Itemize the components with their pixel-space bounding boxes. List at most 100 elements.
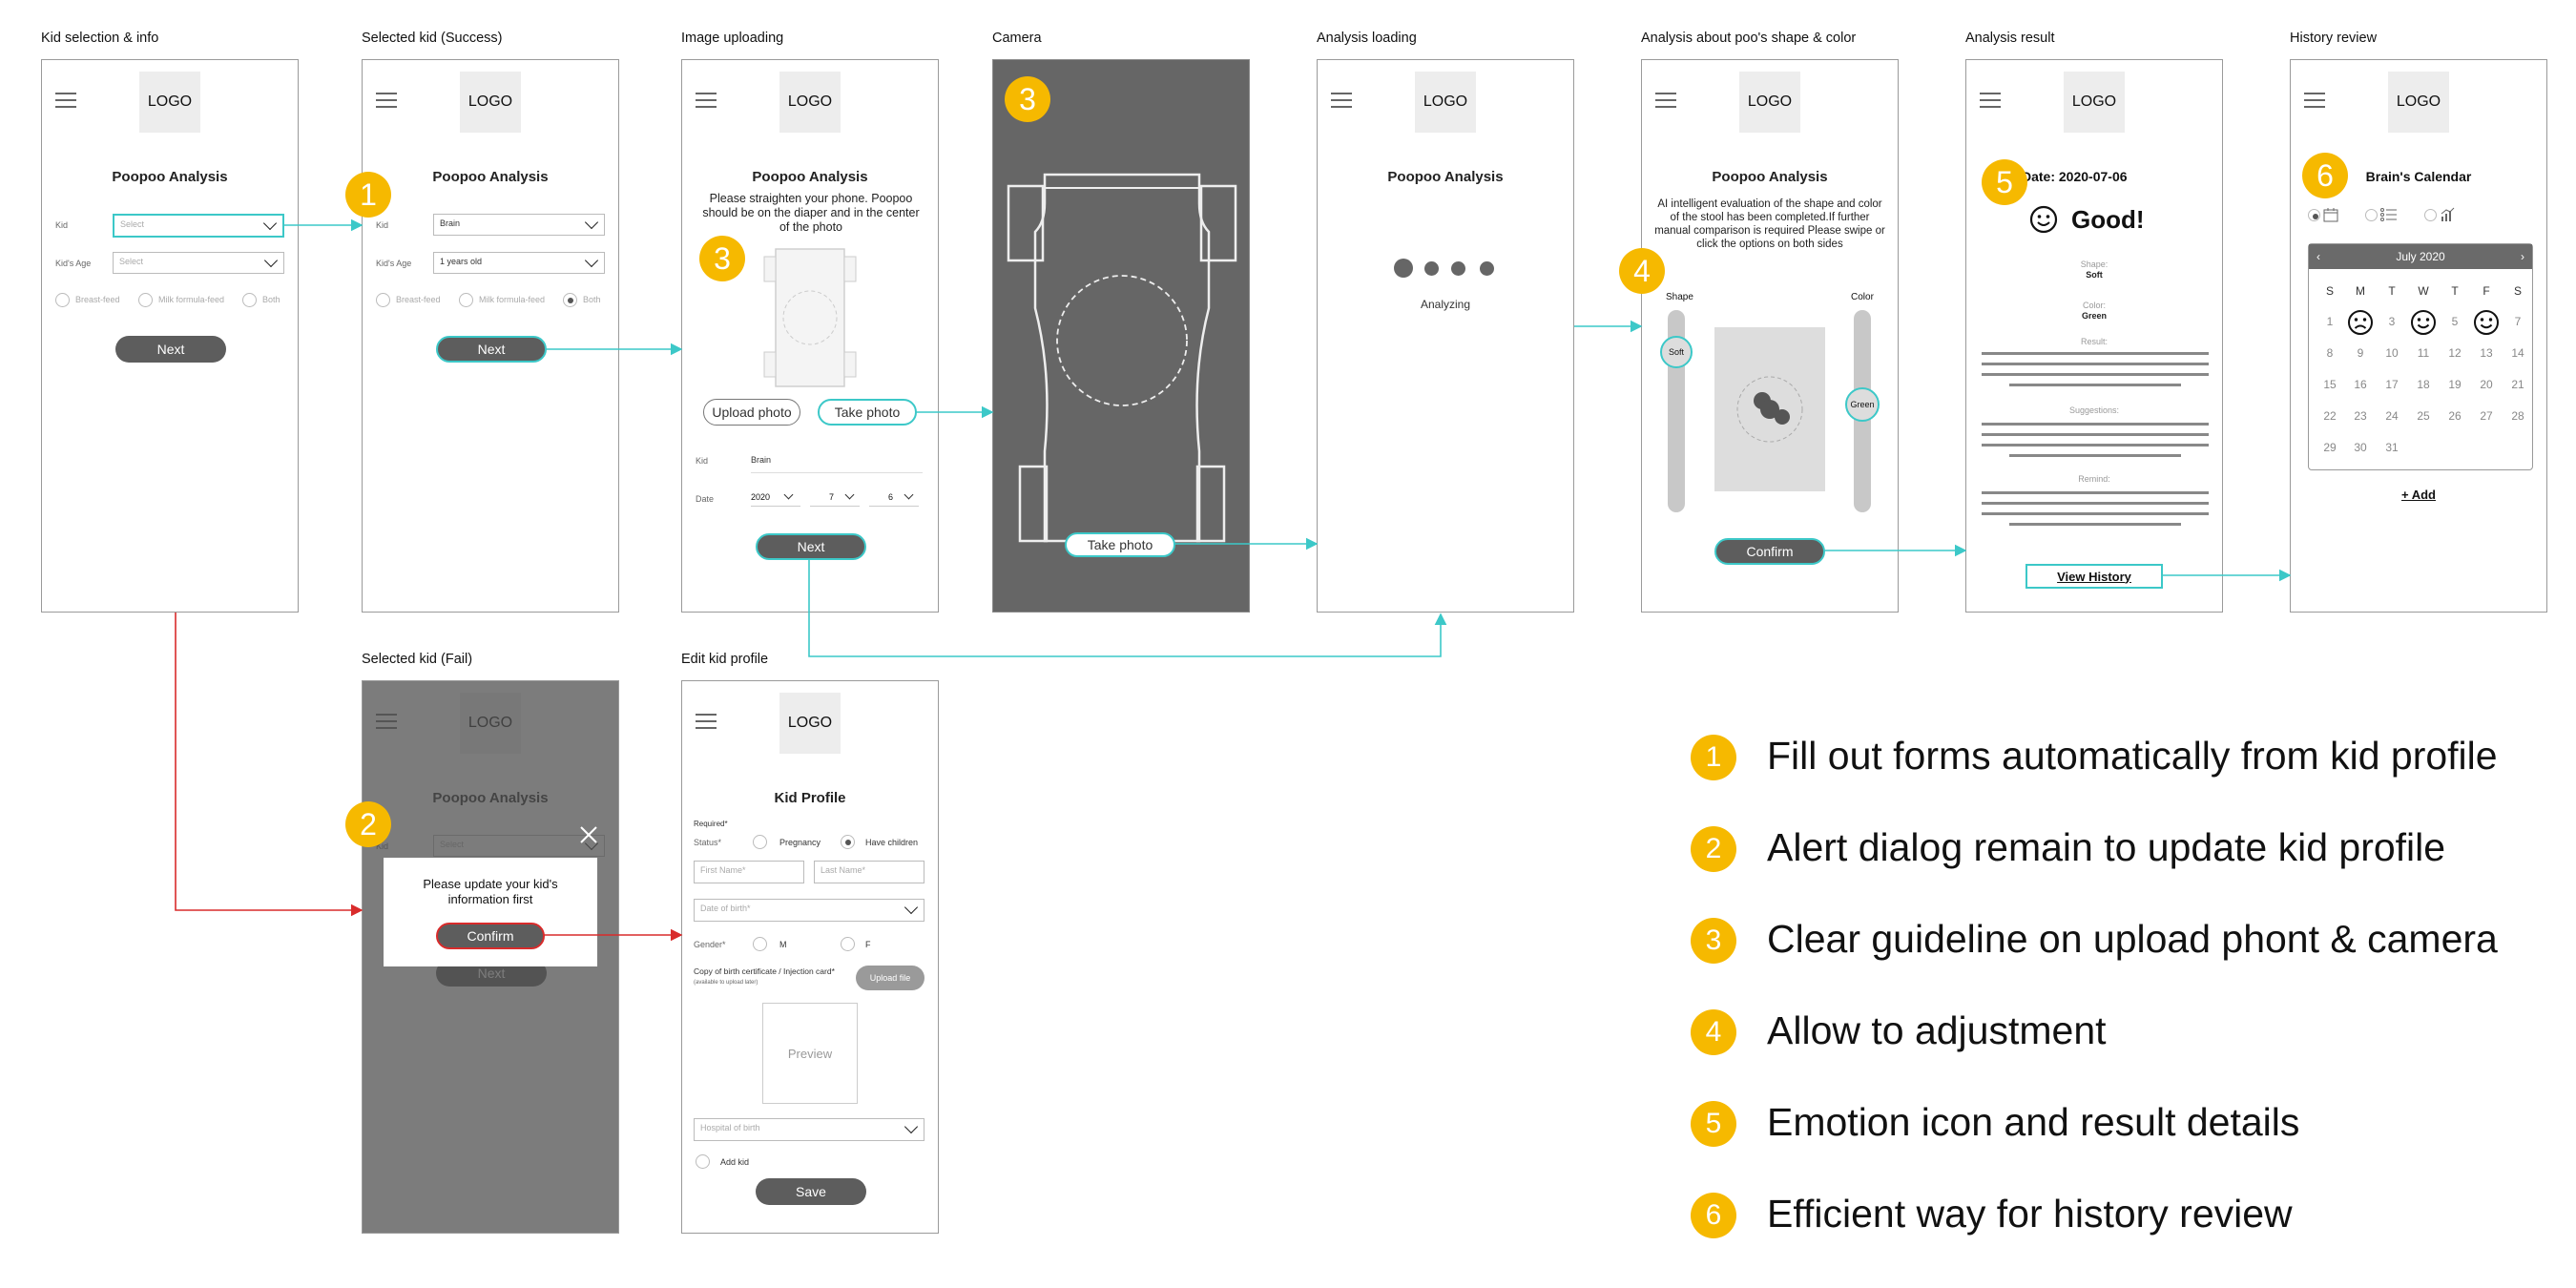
menu-icon[interactable] xyxy=(696,93,717,108)
next-month-icon[interactable]: › xyxy=(2521,250,2524,263)
chart-view-radio[interactable] xyxy=(2424,209,2437,221)
add-kid-radio[interactable] xyxy=(696,1154,710,1169)
calendar-day[interactable]: 20 xyxy=(2471,378,2502,391)
legend-text-5: Emotion icon and result details xyxy=(1767,1100,2300,1144)
calendar-day[interactable]: 27 xyxy=(2471,409,2502,423)
menu-icon[interactable] xyxy=(1980,93,2001,108)
calendar-day[interactable]: 26 xyxy=(2440,409,2470,423)
confirm-button[interactable]: Confirm xyxy=(1714,538,1825,565)
milk-formula-radio[interactable] xyxy=(459,293,473,307)
last-name-input[interactable]: Last Name* xyxy=(814,861,924,883)
take-photo-button[interactable]: Take photo xyxy=(1065,532,1175,557)
next-button[interactable]: Next xyxy=(115,336,226,363)
upload-photo-button[interactable]: Upload photo xyxy=(703,399,800,426)
calendar-day[interactable]: 17 xyxy=(2377,378,2407,391)
calendar-day[interactable]: 10 xyxy=(2377,346,2407,360)
menu-icon[interactable] xyxy=(696,714,717,729)
calendar-day[interactable]: 24 xyxy=(2377,409,2407,423)
year-select[interactable]: 2020 xyxy=(751,489,800,507)
calendar-day[interactable]: 3 xyxy=(2377,315,2407,328)
logo: LOGO xyxy=(2064,72,2125,133)
calendar-day[interactable]: 29 xyxy=(2315,441,2345,454)
gender-label: Gender* xyxy=(694,940,726,949)
close-icon[interactable] xyxy=(579,825,598,844)
calendar-view-radio[interactable] xyxy=(2308,209,2320,221)
hospital-select[interactable]: Hospital of birth xyxy=(694,1118,924,1141)
last-name-placeholder: Last Name* xyxy=(821,865,866,875)
dob-select[interactable]: Date of birth* xyxy=(694,899,924,922)
save-button[interactable]: Save xyxy=(756,1178,866,1205)
pregnancy-radio[interactable] xyxy=(753,835,767,849)
color-slider-thumb[interactable]: Green xyxy=(1845,387,1880,422)
badge-2: 2 xyxy=(345,801,391,847)
have-children-radio[interactable] xyxy=(841,835,855,849)
shape-label: Shape: xyxy=(2080,260,2109,269)
menu-icon[interactable] xyxy=(1655,93,1676,108)
section-title-analysis-shape-color: Analysis about poo's shape & color xyxy=(1641,31,1857,46)
happy-face-icon[interactable] xyxy=(2410,309,2437,336)
male-radio[interactable] xyxy=(753,937,767,951)
color-label: Color: xyxy=(2082,301,2106,310)
menu-icon[interactable] xyxy=(2304,93,2325,108)
birth-cert-text: Copy of birth certificate / Injection ca… xyxy=(694,966,835,976)
calendar-day[interactable]: 1 xyxy=(2315,315,2345,328)
calendar-day[interactable]: 21 xyxy=(2503,378,2533,391)
calendar-day[interactable]: 30 xyxy=(2345,441,2376,454)
next-button[interactable]: Next xyxy=(436,336,547,363)
kid-label: Kid xyxy=(696,456,709,466)
result-good-text: Good! xyxy=(2071,205,2145,234)
breast-feed-radio[interactable] xyxy=(376,293,390,307)
kid-select[interactable]: Select xyxy=(113,214,284,238)
calendar-day[interactable]: 14 xyxy=(2503,346,2533,360)
kids-age-placeholder: Select xyxy=(119,257,144,266)
month-select[interactable]: 7 xyxy=(810,489,860,507)
kid-select[interactable]: Brain xyxy=(433,214,605,236)
menu-icon[interactable] xyxy=(55,93,76,108)
female-radio[interactable] xyxy=(841,937,855,951)
menu-icon[interactable] xyxy=(1331,93,1352,108)
calendar-day[interactable]: 19 xyxy=(2440,378,2470,391)
calendar-day[interactable]: 12 xyxy=(2440,346,2470,360)
calendar-day[interactable]: 13 xyxy=(2471,346,2502,360)
happy-face-icon[interactable] xyxy=(2473,309,2500,336)
section-title-history-review: History review xyxy=(2290,31,2378,46)
breast-feed-radio[interactable] xyxy=(55,293,70,307)
shape-slider-thumb[interactable]: Soft xyxy=(1660,336,1693,368)
result-label: Result: xyxy=(2080,337,2108,346)
menu-icon[interactable] xyxy=(376,93,397,108)
confirm-button[interactable]: Confirm xyxy=(436,923,545,949)
calendar-day[interactable]: 22 xyxy=(2315,409,2345,423)
next-button[interactable]: Next xyxy=(756,533,866,560)
calendar-header: July 2020 xyxy=(2309,244,2532,269)
kids-age-select[interactable]: Select xyxy=(113,252,284,274)
section-title-analysis-loading: Analysis loading xyxy=(1317,31,1417,46)
calendar-day[interactable]: 11 xyxy=(2408,346,2439,360)
milk-formula-radio[interactable] xyxy=(138,293,153,307)
view-history-link[interactable]: View History xyxy=(2025,564,2163,589)
calendar-day[interactable]: 28 xyxy=(2503,409,2533,423)
page-title: Poopoo Analysis xyxy=(1712,169,1828,185)
prev-month-icon[interactable]: ‹ xyxy=(2316,250,2320,263)
calendar-day[interactable]: 31 xyxy=(2377,441,2407,454)
calendar-day[interactable]: 16 xyxy=(2345,378,2376,391)
screen-edit-kid-profile: LOGO Kid Profile Required* Status* Pregn… xyxy=(681,680,939,1234)
both-radio[interactable] xyxy=(242,293,257,307)
calendar-day[interactable]: 23 xyxy=(2345,409,2376,423)
sad-face-icon[interactable] xyxy=(2347,309,2374,336)
calendar-day[interactable]: 7 xyxy=(2503,315,2533,328)
calendar-day[interactable]: 5 xyxy=(2440,315,2470,328)
upload-file-button[interactable]: Upload file xyxy=(856,966,924,990)
calendar-day[interactable]: 15 xyxy=(2315,378,2345,391)
kids-age-select[interactable]: 1 years old xyxy=(433,252,605,274)
both-radio-selected[interactable] xyxy=(563,293,577,307)
day-select[interactable]: 6 xyxy=(869,489,919,507)
add-link[interactable]: + Add xyxy=(2291,488,2546,502)
list-view-radio[interactable] xyxy=(2365,209,2378,221)
calendar-day[interactable]: 9 xyxy=(2345,346,2376,360)
calendar-day[interactable]: 18 xyxy=(2408,378,2439,391)
calendar-day[interactable]: 25 xyxy=(2408,409,2439,423)
legend-text-1: Fill out forms automatically from kid pr… xyxy=(1767,734,2498,778)
first-name-input[interactable]: First Name* xyxy=(694,861,804,883)
take-photo-button[interactable]: Take photo xyxy=(818,399,917,426)
calendar-day[interactable]: 8 xyxy=(2315,346,2345,360)
